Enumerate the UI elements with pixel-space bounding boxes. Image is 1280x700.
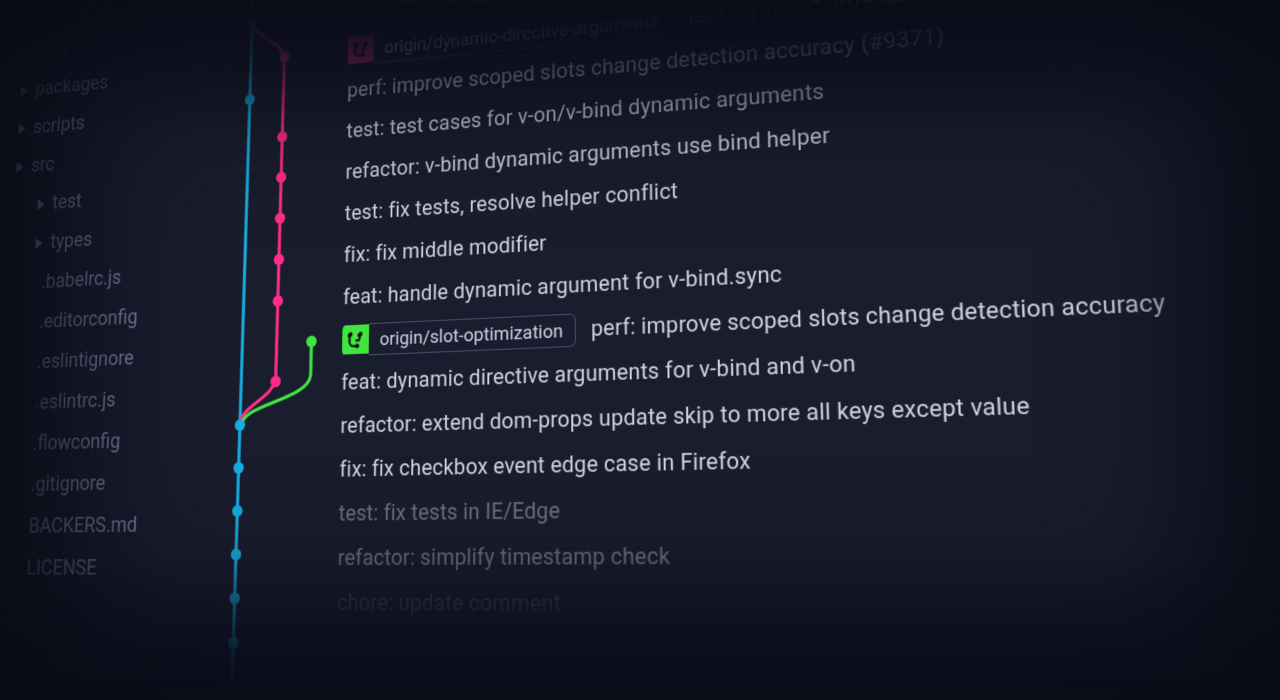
branch-tag[interactable]: origin/slot-optimization xyxy=(342,313,576,356)
sidebar-item-label: .editorconfig xyxy=(38,297,138,342)
chevron-right-icon xyxy=(18,124,25,135)
chevron-right-icon xyxy=(37,199,45,210)
sidebar-file[interactable]: .gitignore xyxy=(0,460,222,507)
sidebar-item-label: types xyxy=(49,220,93,262)
sidebar-item-label: .eslintignore xyxy=(36,338,134,383)
commit-message: test: fix tests in IE/Edge xyxy=(338,498,560,526)
sidebar-item-label: .flowconfig xyxy=(32,421,121,465)
git-branch-icon xyxy=(342,324,369,354)
chevron-right-icon xyxy=(35,238,43,249)
commit-message: fix: fix checkbox event edge case in Fir… xyxy=(339,448,751,482)
sidebar-item-label: .eslintrc.js xyxy=(34,380,116,424)
sidebar-item-label: test xyxy=(51,182,82,223)
sidebar-item-label: src xyxy=(30,145,55,186)
commit-message: fix: fix middle modifier xyxy=(344,231,547,268)
top-fade xyxy=(0,0,1280,120)
branch-tag-label: origin/slot-optimization xyxy=(369,313,576,355)
sidebar-item-label: BACKERS.md xyxy=(28,505,138,548)
chevron-right-icon xyxy=(16,162,23,173)
sidebar-file[interactable]: .flowconfig xyxy=(0,418,223,466)
sidebar-file[interactable]: BACKERS.md xyxy=(0,503,220,548)
bottom-fade xyxy=(0,560,1280,700)
sidebar-item-label: .babelrc.js xyxy=(40,258,122,303)
sidebar-item-label: .gitignore xyxy=(30,463,106,506)
